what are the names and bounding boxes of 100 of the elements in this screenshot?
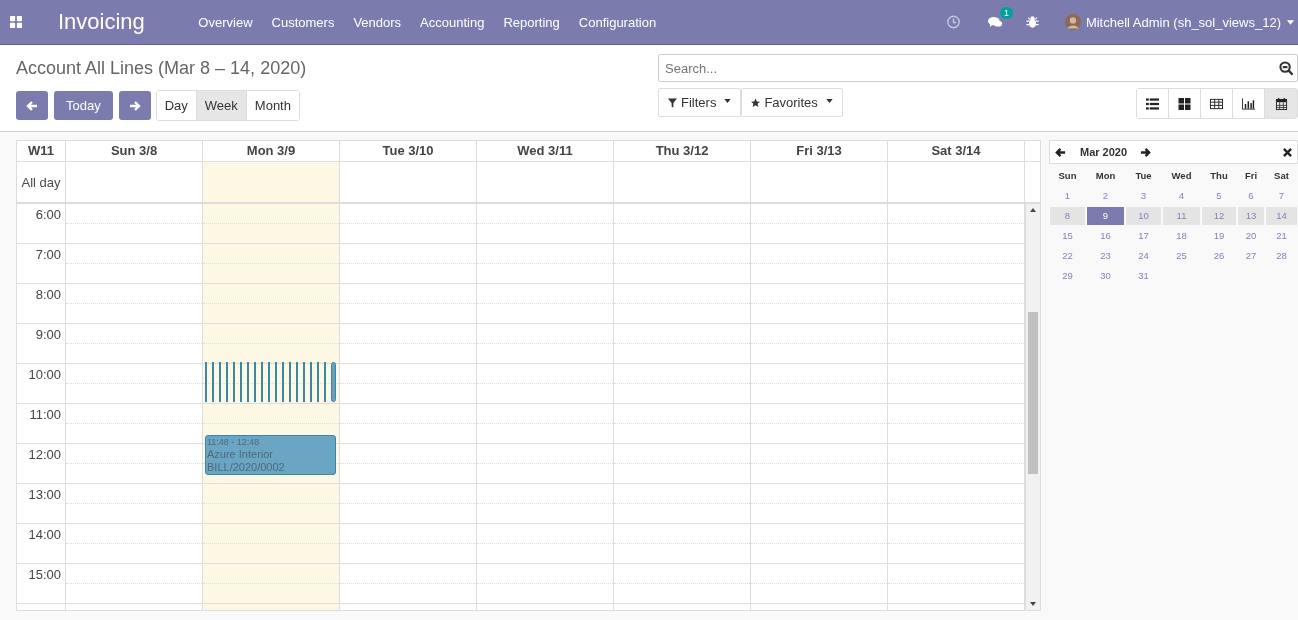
scale-tab[interactable]: Week — [196, 91, 247, 120]
calendar-icon — [1274, 97, 1288, 110]
caret-icon[interactable] — [1287, 19, 1294, 25]
date-cell[interactable]: 29 — [1050, 267, 1085, 285]
list-icon — [1146, 97, 1159, 110]
date-cell[interactable]: 31 — [1126, 267, 1161, 285]
date-cell[interactable]: 28 — [1266, 247, 1297, 265]
view-title: Account All Lines (Mar 8 – 14, 2020) — [16, 58, 307, 79]
scale-tab[interactable]: Day — [156, 91, 197, 120]
event-sliver[interactable] — [323, 362, 327, 402]
day-header: Sat 3/14 — [888, 141, 1025, 161]
date-cell[interactable]: 13 — [1238, 207, 1264, 225]
day-header: Mon 3/9 — [203, 141, 340, 161]
date-cell[interactable]: 4 — [1163, 187, 1200, 205]
date-cell[interactable]: 19 — [1202, 227, 1236, 245]
next-month-icon[interactable] — [1140, 146, 1152, 158]
date-cell[interactable]: 5 — [1202, 187, 1236, 205]
event-sliver[interactable] — [260, 362, 264, 402]
date-cell[interactable]: 16 — [1087, 227, 1124, 245]
date-cell[interactable]: 21 — [1266, 227, 1297, 245]
event-sliver[interactable] — [205, 362, 208, 402]
event-sliver[interactable] — [316, 362, 320, 402]
grid-icon — [1178, 97, 1191, 110]
event-sliver[interactable] — [253, 362, 257, 402]
close-icon[interactable] — [1283, 147, 1292, 157]
event-sliver[interactable] — [239, 362, 243, 402]
time-label: 8:00 — [34, 286, 62, 302]
weekday-label: Thu — [1209, 169, 1229, 183]
event-sliver[interactable] — [267, 362, 271, 402]
scrollbar[interactable] — [1025, 204, 1040, 610]
event-sliver[interactable] — [309, 362, 313, 402]
event-sliver[interactable] — [281, 362, 285, 402]
previous-month-icon[interactable] — [1055, 146, 1066, 158]
time-label: 9:00 — [34, 326, 62, 342]
event-card[interactable]: 11:48 - 12:48 Azure Interior BILL/2020/0002 — [205, 435, 336, 475]
date-cell[interactable]: 24 — [1126, 247, 1161, 265]
date-cell[interactable]: 23 — [1087, 247, 1124, 265]
bug-icon[interactable] — [1024, 15, 1040, 29]
date-cell[interactable]: 10 — [1126, 207, 1161, 225]
search-field[interactable]: Search... — [658, 54, 1298, 82]
menu-item[interactable]: Customers — [262, 14, 344, 30]
menu-item[interactable]: Accounting — [410, 14, 494, 30]
date-cell[interactable]: 14 — [1266, 207, 1297, 225]
time-label: 10:00 — [27, 366, 62, 382]
event-sliver[interactable] — [232, 362, 236, 402]
menu-item[interactable]: Vendors — [343, 14, 411, 30]
date-cell[interactable]: 18 — [1163, 227, 1200, 245]
event-sliver[interactable] — [295, 362, 299, 402]
menu-item[interactable]: Configuration — [569, 14, 666, 30]
event-sliver[interactable] — [274, 362, 278, 402]
apps-menu-icon[interactable] — [10, 16, 22, 28]
date-cell[interactable]: 17 — [1126, 227, 1161, 245]
menu-item[interactable]: Overview — [188, 14, 263, 30]
scroll-down-icon[interactable] — [1030, 602, 1036, 606]
event-sliver[interactable] — [212, 362, 215, 402]
all-day-cell[interactable] — [203, 162, 340, 202]
event-sliver[interactable] — [225, 362, 229, 402]
event-sliver[interactable] — [302, 362, 306, 402]
list-view-button[interactable] — [1137, 89, 1169, 118]
chat-icon[interactable] — [987, 15, 1003, 29]
funnel-icon — [668, 97, 677, 108]
time-label: 12:00 — [27, 446, 62, 462]
previous-button[interactable] — [16, 91, 48, 120]
date-cell[interactable]: 8 — [1050, 207, 1085, 225]
date-cell[interactable]: 6 — [1238, 187, 1264, 205]
weekday-label: Sat — [1273, 169, 1290, 183]
event-sliver[interactable] — [288, 362, 292, 402]
date-cell[interactable]: 1 — [1050, 187, 1085, 205]
calendar-view-button[interactable] — [1265, 89, 1297, 118]
date-cell[interactable]: 25 — [1163, 247, 1200, 265]
date-cell[interactable]: 7 — [1266, 187, 1297, 205]
table-icon — [1210, 97, 1223, 110]
date-cell[interactable]: 9 — [1087, 207, 1124, 225]
date-cell[interactable]: 26 — [1202, 247, 1236, 265]
date-cell[interactable]: 3 — [1126, 187, 1161, 205]
date-cell[interactable]: 20 — [1238, 227, 1264, 245]
caret-icon — [825, 99, 833, 103]
event-sliver[interactable] — [330, 362, 336, 402]
scroll-up-icon[interactable] — [1030, 208, 1036, 212]
date-cell[interactable]: 12 — [1202, 207, 1236, 225]
search-icon[interactable] — [1279, 61, 1294, 76]
date-cell[interactable]: 11 — [1163, 207, 1200, 225]
avatar-icon — [1064, 14, 1081, 30]
date-cell[interactable]: 2 — [1087, 187, 1124, 205]
day-header: Tue 3/10 — [340, 141, 477, 161]
next-button[interactable] — [118, 91, 151, 120]
date-cell[interactable]: 30 — [1087, 267, 1124, 285]
filter-dropdown[interactable]: Favorites — [741, 88, 843, 117]
date-cell[interactable]: 22 — [1050, 247, 1085, 265]
event-sliver[interactable] — [218, 362, 222, 402]
clock-icon[interactable] — [945, 15, 961, 29]
date-cell[interactable]: 27 — [1238, 247, 1264, 265]
app-title: Invoicing — [58, 9, 145, 35]
user-menu[interactable]: Mitchell Admin (sh_sol_views_12) — [1085, 14, 1281, 30]
event-sliver[interactable] — [246, 362, 250, 402]
today-button[interactable]: Today — [54, 91, 113, 120]
date-cell[interactable]: 15 — [1050, 227, 1085, 245]
menu-item[interactable]: Reporting — [493, 14, 570, 30]
weekday-label: Sun — [1057, 169, 1078, 183]
filter-dropdown[interactable]: Filters — [658, 88, 742, 117]
